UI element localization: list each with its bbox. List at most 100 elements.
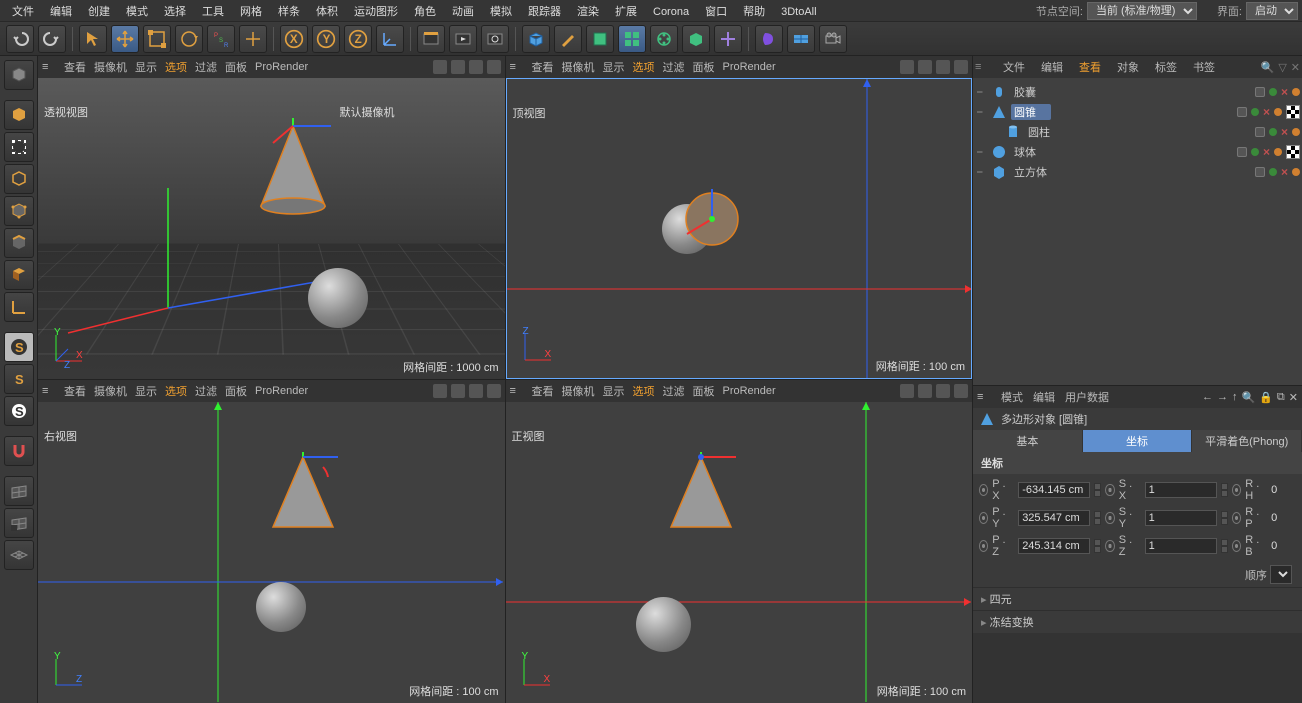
edge-mode[interactable]	[4, 228, 34, 258]
psr-toggle[interactable]: PSR	[207, 25, 235, 53]
pos-input[interactable]	[1018, 538, 1090, 554]
menu-模式[interactable]: 模式	[118, 6, 156, 18]
undo-button[interactable]	[6, 25, 34, 53]
objtab-标签[interactable]: 标签	[1147, 60, 1185, 76]
objtab-对象[interactable]: 对象	[1109, 60, 1147, 76]
vp-canvas-perspective[interactable]: 透视视图 默认摄像机	[38, 78, 505, 379]
menu-扩展[interactable]: 扩展	[607, 6, 645, 18]
texture-mode[interactable]	[4, 132, 34, 162]
vp-menu-panel[interactable]: 面板	[225, 59, 247, 75]
pos-input[interactable]	[1018, 510, 1090, 526]
vp-nav2-icon[interactable]	[451, 60, 465, 74]
attrtab-坐标[interactable]: 坐标	[1083, 430, 1193, 452]
menu-帮助[interactable]: 帮助	[735, 6, 773, 18]
scale-tool[interactable]	[143, 25, 171, 53]
snap-toggle[interactable]: S	[4, 332, 34, 362]
scale-input[interactable]	[1145, 538, 1217, 554]
menu-编辑[interactable]: 编辑	[42, 6, 80, 18]
model-mode[interactable]	[4, 100, 34, 130]
sphere-object[interactable]	[308, 268, 368, 328]
object-mode[interactable]	[4, 164, 34, 194]
lastused-tool[interactable]	[239, 25, 267, 53]
tree-item-立方体[interactable]: ⎯立方体×	[975, 162, 1300, 182]
nav-up-icon[interactable]: ↑	[1232, 391, 1238, 404]
objtab-查看[interactable]: 查看	[1071, 60, 1109, 76]
vp-canvas-front[interactable]: 正视图 Y X 网格	[506, 402, 973, 703]
floor-button[interactable]	[787, 25, 815, 53]
camera-object[interactable]	[819, 25, 847, 53]
object-tree[interactable]: ⎯胶囊×⎯圆锥×圆柱×⎯球体×⎯立方体×	[973, 78, 1302, 385]
vp-menu-display[interactable]: 显示	[135, 59, 157, 75]
tree-item-圆锥[interactable]: ⎯圆锥×	[975, 102, 1300, 122]
nodespace-select[interactable]: 当前 (标准/物理)	[1087, 2, 1197, 20]
sphere-front[interactable]	[636, 597, 691, 652]
axis-x-toggle[interactable]: X	[280, 25, 308, 53]
viewport-right[interactable]: ≡ 查看摄像机显示选项过滤面板ProRender 右视图	[38, 380, 505, 703]
generator-array[interactable]	[618, 25, 646, 53]
workplane[interactable]: S	[4, 396, 34, 426]
menu-创建[interactable]: 创建	[80, 6, 118, 18]
scale-input[interactable]	[1145, 482, 1217, 498]
rotate-tool[interactable]	[175, 25, 203, 53]
render-settings[interactable]	[481, 25, 509, 53]
scene-camera[interactable]	[714, 25, 742, 53]
hamburger-icon[interactable]: ≡	[977, 391, 991, 403]
axis-y-toggle[interactable]: Y	[312, 25, 340, 53]
vp-canvas-right[interactable]: 右视图 Y Z 网格	[38, 402, 505, 703]
viewport-top[interactable]: ≡ 查看摄像机显示选项过滤面板ProRender 顶视图	[506, 56, 973, 379]
menu-选择[interactable]: 选择	[156, 6, 194, 18]
menu-渲染[interactable]: 渲染	[569, 6, 607, 18]
make-editable[interactable]	[4, 60, 34, 90]
menu-3DtoAll[interactable]: 3DtoAll	[773, 6, 824, 18]
objtab-书签[interactable]: 书签	[1185, 60, 1223, 76]
viewport-front[interactable]: ≡ 查看摄像机显示选项过滤面板ProRender 正视图	[506, 380, 973, 703]
fields-button[interactable]	[682, 25, 710, 53]
attr-menu-userdata[interactable]: 用户数据	[1065, 389, 1109, 405]
close-icon[interactable]: ✕	[1291, 61, 1300, 74]
objtab-文件[interactable]: 文件	[995, 60, 1033, 76]
menu-角色[interactable]: 角色	[406, 6, 444, 18]
point-mode[interactable]	[4, 196, 34, 226]
newwin-icon[interactable]: ⧉	[1277, 391, 1285, 404]
lock-icon[interactable]: 🔒	[1259, 391, 1273, 404]
vp-hamburger-icon[interactable]: ≡	[42, 61, 56, 73]
deformer-bend[interactable]	[650, 25, 678, 53]
tag-button[interactable]	[755, 25, 783, 53]
vp-hamburger-icon[interactable]: ≡	[510, 61, 524, 73]
render-view[interactable]	[417, 25, 445, 53]
attrtab-平滑着色(Phong)[interactable]: 平滑着色(Phong)	[1192, 430, 1302, 452]
cone-top[interactable]	[682, 189, 742, 249]
vp-menu-options[interactable]: 选项	[165, 59, 187, 75]
cone-object[interactable]	[253, 118, 343, 228]
close-icon[interactable]: ✕	[1289, 391, 1298, 404]
attr-menu-edit[interactable]: 编辑	[1033, 389, 1055, 405]
cone-front[interactable]	[666, 452, 746, 542]
move-tool[interactable]	[111, 25, 139, 53]
search-icon[interactable]: 🔍	[1242, 391, 1256, 404]
collapse-quaternion[interactable]: 四元	[973, 587, 1302, 610]
menu-网格[interactable]: 网格	[232, 6, 270, 18]
tree-item-球体[interactable]: ⎯球体×	[975, 142, 1300, 162]
axis-mode[interactable]	[4, 292, 34, 322]
grid2-icon[interactable]	[4, 508, 34, 538]
menu-跟踪器[interactable]: 跟踪器	[520, 6, 569, 18]
scale-input[interactable]	[1145, 510, 1217, 526]
vp-canvas-top[interactable]: 顶视图 Z X 网格	[506, 78, 973, 379]
menu-体积[interactable]: 体积	[308, 6, 346, 18]
select-tool[interactable]	[79, 25, 107, 53]
grid1-icon[interactable]	[4, 476, 34, 506]
sphere-right[interactable]	[256, 582, 306, 632]
menu-动画[interactable]: 动画	[444, 6, 482, 18]
attrtab-基本[interactable]: 基本	[973, 430, 1083, 452]
hamburger-icon[interactable]: ≡	[975, 61, 993, 73]
vp-menu-camera[interactable]: 摄像机	[94, 59, 127, 75]
redo-button[interactable]	[38, 25, 66, 53]
poly-mode[interactable]	[4, 260, 34, 290]
vp-nav3-icon[interactable]	[469, 60, 483, 74]
vp-menu-filter[interactable]: 过滤	[195, 59, 217, 75]
cone-right[interactable]	[268, 452, 348, 542]
menu-工具[interactable]: 工具	[194, 6, 232, 18]
order-select[interactable]	[1270, 565, 1292, 584]
render-pv[interactable]	[449, 25, 477, 53]
generator-subdivision[interactable]	[586, 25, 614, 53]
